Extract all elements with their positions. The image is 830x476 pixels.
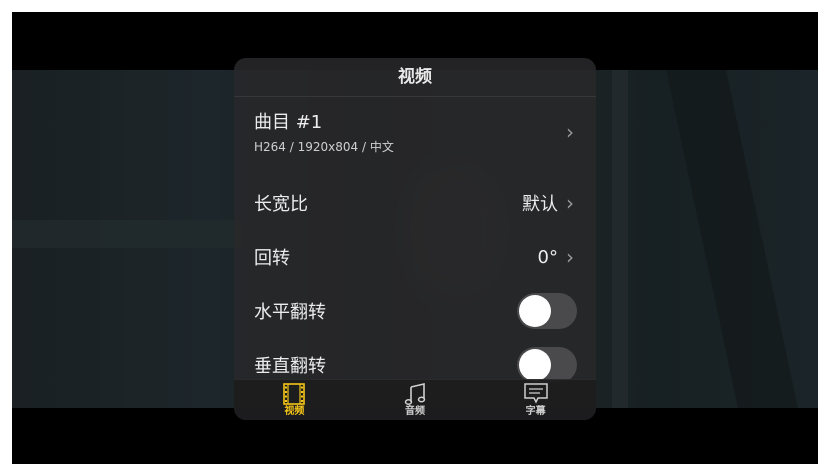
video-background-post bbox=[612, 70, 628, 408]
aspect-ratio-value: 默认 bbox=[522, 194, 558, 215]
tab-subtitles[interactable]: 字幕 bbox=[475, 380, 596, 420]
toggle-knob bbox=[519, 349, 551, 381]
video-settings-panel: 视频 曲目 #1 H264 / 1920x804 / 中文 › 长宽比 默认 ›… bbox=[234, 58, 596, 420]
aspect-ratio-row[interactable]: 长宽比 默认 › bbox=[234, 176, 596, 230]
subtitle-icon bbox=[523, 383, 548, 404]
film-icon bbox=[283, 383, 306, 405]
tab-bar: 视频 音频 字幕 bbox=[234, 379, 596, 420]
tab-video-label: 视频 bbox=[284, 406, 305, 417]
track-label: 曲目 #1 bbox=[254, 112, 323, 133]
vertical-flip-label: 垂直翻转 bbox=[254, 356, 326, 377]
tab-subtitles-label: 字幕 bbox=[525, 406, 546, 417]
vertical-flip-toggle[interactable] bbox=[517, 347, 577, 383]
chevron-right-icon: › bbox=[566, 191, 574, 215]
horizontal-flip-toggle[interactable] bbox=[517, 293, 577, 329]
player-screen: 视频 曲目 #1 H264 / 1920x804 / 中文 › 长宽比 默认 ›… bbox=[12, 12, 818, 464]
chevron-right-icon: › bbox=[566, 245, 574, 269]
music-note-icon bbox=[404, 383, 426, 405]
horizontal-flip-row: 水平翻转 bbox=[234, 284, 596, 338]
tab-audio[interactable]: 音频 bbox=[355, 380, 476, 420]
toggle-knob bbox=[519, 295, 551, 327]
panel-title: 视频 bbox=[234, 58, 596, 97]
video-background-post bbox=[666, 70, 798, 408]
horizontal-flip-label: 水平翻转 bbox=[254, 302, 326, 323]
aspect-ratio-label: 长宽比 bbox=[254, 194, 308, 215]
chevron-right-icon: › bbox=[566, 120, 574, 144]
track-detail: H264 / 1920x804 / 中文 bbox=[254, 140, 394, 154]
tab-audio-label: 音频 bbox=[405, 406, 425, 417]
track-row[interactable]: 曲目 #1 H264 / 1920x804 / 中文 › bbox=[234, 98, 596, 166]
video-background-beam bbox=[12, 220, 242, 248]
rotation-value: 0° bbox=[537, 246, 558, 268]
rotation-label: 回转 bbox=[254, 248, 290, 269]
rotation-row[interactable]: 回转 0° › bbox=[234, 230, 596, 284]
tab-video[interactable]: 视频 bbox=[234, 380, 355, 420]
